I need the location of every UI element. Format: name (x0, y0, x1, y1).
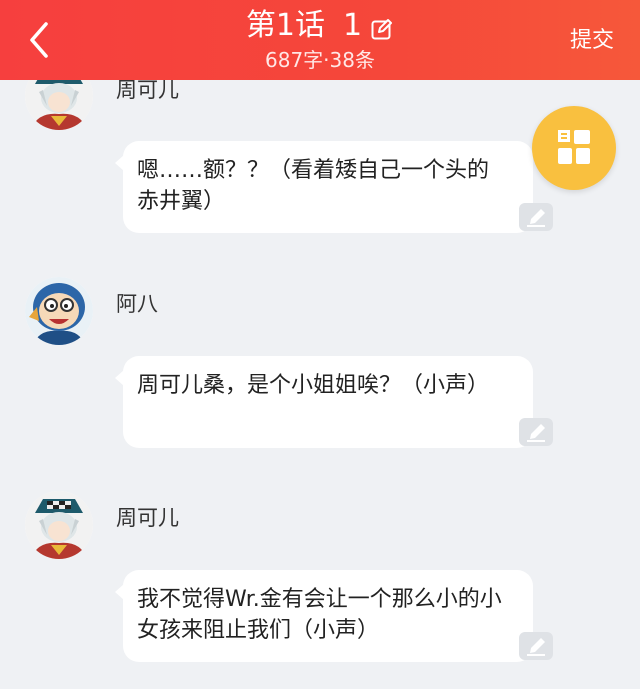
message-bubble[interactable]: 周可儿桑，是个小姐姐唉？（小声） (115, 356, 553, 448)
message-text: 周可儿桑，是个小姐姐唉？（小声） (137, 373, 490, 398)
pencil-icon (527, 424, 545, 442)
edit-message-button[interactable] (519, 418, 553, 446)
speaker-name: 周可儿 (116, 78, 179, 102)
zhoukeer-avatar-icon (25, 491, 93, 559)
title-row: 第1话 1 (246, 8, 394, 44)
episode-number: 1 (343, 8, 363, 43)
message-text: 嗯……额？？（看着矮自己一个头的赤井翼） (137, 158, 490, 214)
word-count-subtitle: 687字·38条 (265, 48, 375, 72)
title-area: 第1话 1 687字·38条 (0, 8, 640, 72)
message-bubble[interactable]: 我不觉得Wr.金有会让一个那么小的小女孩来阻止我们（小声） (115, 570, 553, 662)
avatar[interactable] (25, 277, 93, 345)
message-text: 我不觉得Wr.金有会让一个那么小的小女孩来阻止我们（小声） (137, 587, 502, 643)
edit-title-button[interactable] (370, 14, 394, 40)
message-bubble[interactable]: 嗯……额？？（看着矮自己一个头的赤井翼） (115, 141, 553, 233)
top-bar: 第1话 1 687字·38条 提交 (0, 0, 640, 80)
pencil-icon (527, 209, 545, 227)
page-title: 第1话 (245, 8, 325, 43)
floating-menu-button[interactable] (532, 106, 616, 190)
aba-avatar-icon (25, 277, 93, 345)
edit-message-button[interactable] (519, 203, 553, 231)
pencil-square-icon (371, 19, 393, 40)
avatar[interactable] (25, 491, 93, 559)
grid-menu-icon (558, 130, 590, 164)
pencil-icon (527, 638, 545, 656)
submit-button[interactable]: 提交 (570, 26, 614, 56)
speaker-name: 周可儿 (116, 506, 179, 530)
edit-message-button[interactable] (519, 632, 553, 660)
speaker-name: 阿八 (116, 292, 158, 316)
